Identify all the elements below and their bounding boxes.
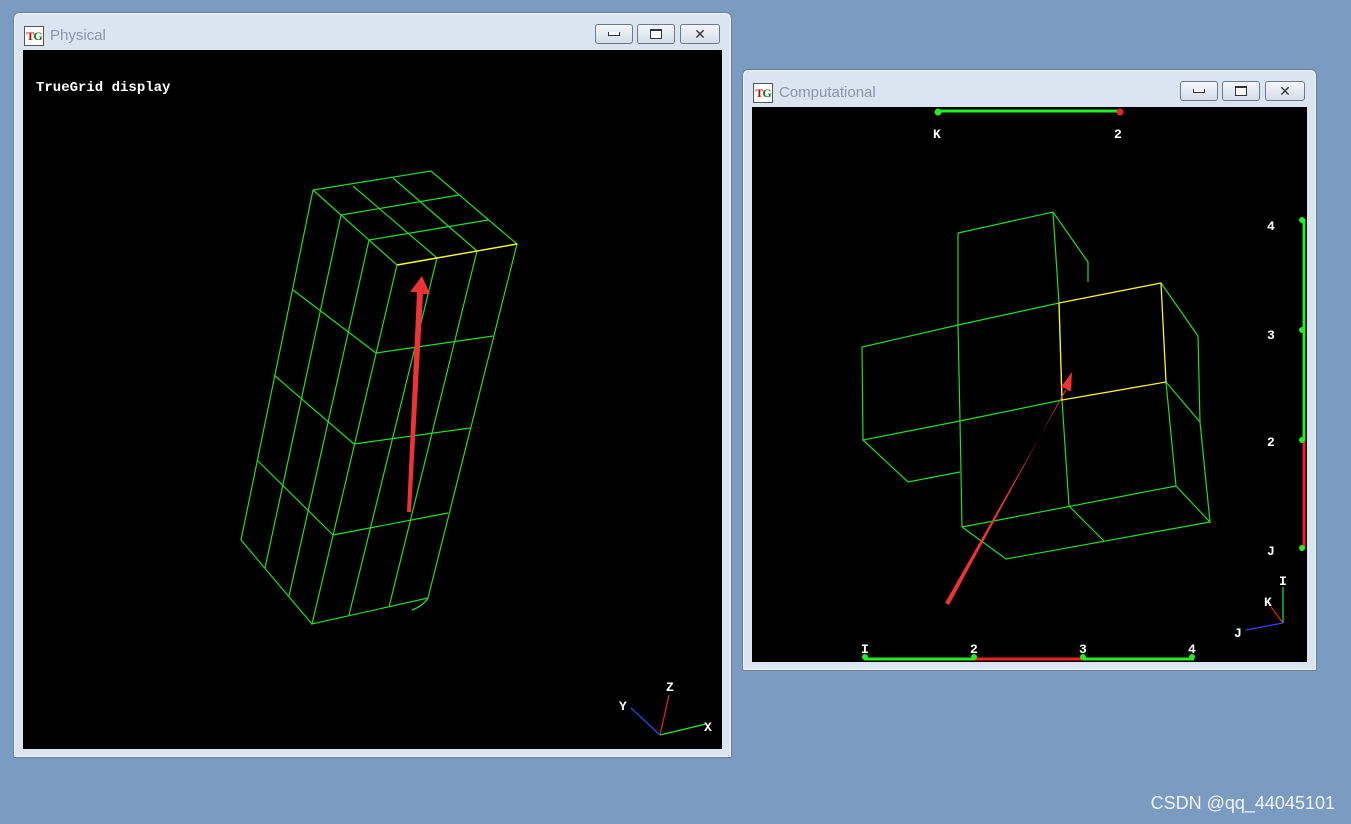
i-bar-start-label: I	[861, 642, 869, 657]
maximize-button[interactable]	[1222, 81, 1260, 101]
physical-canvas[interactable]: TrueGrid display X Z Y	[23, 50, 722, 749]
axis-triad: X Z Y	[619, 680, 712, 736]
computational-canvas[interactable]: K 2 4 3 2 J I 2 3 4 I K J	[752, 107, 1307, 662]
minimize-icon	[1193, 89, 1205, 93]
minimize-button[interactable]	[595, 24, 633, 44]
mesh-top-face	[312, 170, 519, 266]
physical-window: TG Physical ✕ TrueGrid display X Z Y	[13, 12, 732, 758]
i-bar-tick-3: 3	[1079, 642, 1087, 657]
axis-y-label: Y	[619, 699, 627, 714]
close-icon: ✕	[694, 25, 706, 42]
physical-mesh: X Z Y	[240, 170, 712, 736]
axis-x-label: X	[704, 720, 712, 735]
highlight-edge	[396, 243, 518, 266]
axis-k-label: K	[1264, 595, 1272, 610]
computational-window-title: Computational	[779, 84, 876, 101]
mesh-left-face	[240, 189, 314, 625]
maximize-button[interactable]	[637, 24, 675, 44]
k-index-bar[interactable]: K 2	[933, 108, 1124, 143]
computational-titlebar[interactable]: TG Computational ✕	[743, 70, 1316, 106]
annotation-arrow	[407, 276, 430, 512]
annotation-arrow	[945, 372, 1072, 605]
i-index-bar[interactable]: I 2 3 4	[861, 642, 1196, 661]
minimize-button[interactable]	[1180, 81, 1218, 101]
k-bar-end-label: 2	[1114, 127, 1122, 142]
minimize-icon	[608, 32, 620, 36]
maximize-icon	[1235, 86, 1247, 96]
watermark: CSDN @qq_44045101	[1150, 793, 1335, 813]
i-bar-tick-4: 4	[1188, 642, 1196, 657]
close-button[interactable]: ✕	[680, 24, 720, 44]
maximize-icon	[650, 29, 662, 39]
close-icon: ✕	[1279, 82, 1291, 99]
j-bar-tick-3: 3	[1267, 328, 1275, 343]
axis-z-label: Z	[666, 680, 674, 695]
block-mesh	[861, 211, 1211, 560]
computational-window: TG Computational ✕ K 2 4 3 2 J I 2 3 4 I…	[742, 69, 1317, 671]
axis-j-label: J	[1234, 626, 1242, 641]
close-button[interactable]: ✕	[1265, 81, 1305, 101]
i-bar-tick-2: 2	[970, 642, 978, 657]
k-bar-start-label: K	[933, 127, 941, 142]
physical-titlebar[interactable]: TG Physical ✕	[14, 13, 731, 49]
highlight-face	[1058, 282, 1167, 401]
j-index-bar[interactable]: 4 3 2 J	[1267, 217, 1306, 559]
j-bar-tick-4: 4	[1267, 219, 1275, 234]
computational-mesh: K 2 4 3 2 J I 2 3 4 I K J	[861, 108, 1306, 661]
truegrid-logo-icon: TG	[753, 83, 773, 103]
axis-i-label: I	[1279, 574, 1287, 589]
truegrid-logo-icon: TG	[24, 26, 44, 46]
axis-triad: I K J	[1234, 574, 1287, 641]
j-bar-start-label: J	[1267, 544, 1275, 559]
physical-window-title: Physical	[50, 27, 106, 44]
j-bar-tick-2: 2	[1267, 435, 1275, 450]
